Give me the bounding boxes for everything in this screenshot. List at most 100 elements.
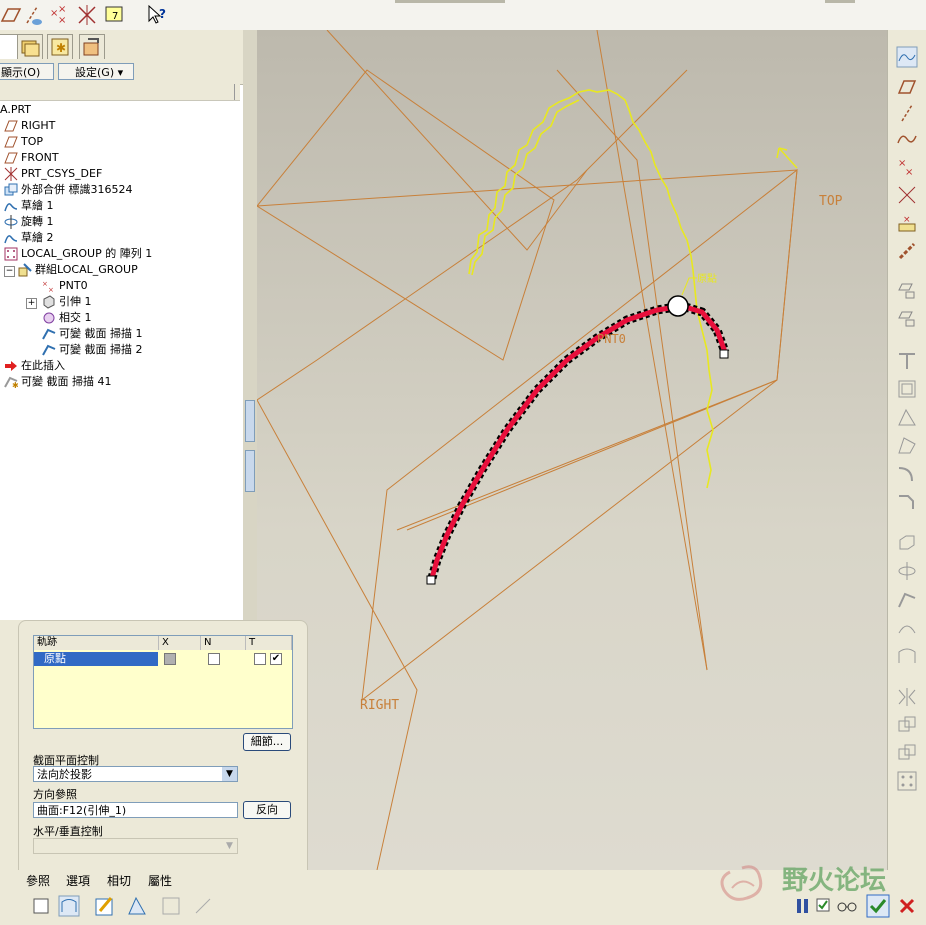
expand-right-icon[interactable] <box>245 450 255 492</box>
trajectory-table: 軌跡 X N T 原點 ✔ <box>33 635 293 729</box>
tree-item-var-sweep-41[interactable]: ✱ 可變 截面 掃描 41 <box>4 374 112 390</box>
solid-option-icon[interactable] <box>30 895 52 917</box>
tree-item-intersect-1[interactable]: 相交 1 <box>42 310 92 326</box>
datum-point-display-icon[interactable]: × × × <box>48 3 70 27</box>
context-help-icon[interactable]: ? <box>146 3 168 27</box>
tree-item-front[interactable]: FRONT <box>4 150 59 166</box>
hv-control-select[interactable]: ▼ <box>33 838 238 854</box>
thicken-icon[interactable] <box>160 895 182 917</box>
csys-display-icon[interactable] <box>76 3 98 27</box>
favorites-icon: ✱ <box>51 38 69 56</box>
tree-item-extrude-1[interactable]: + 引伸 1 <box>26 294 92 310</box>
datum-label-top[interactable]: TOP <box>819 194 842 209</box>
dropdown-arrow-icon[interactable]: ▼ <box>222 839 237 853</box>
blend-tool-icon[interactable] <box>896 616 918 638</box>
tree-item-label: 外部合併 標識316524 <box>21 183 133 196</box>
tab-tangency[interactable]: 相切 <box>107 872 131 889</box>
trajectory-end-handle <box>719 349 729 359</box>
t-checkbox-a[interactable] <box>254 653 266 665</box>
chain-curve-icon[interactable] <box>896 240 918 262</box>
tree-item-sketch-1[interactable]: 草繪 1 <box>4 198 54 214</box>
remove-material-icon[interactable] <box>126 895 148 917</box>
svg-text:7: 7 <box>112 11 118 22</box>
tab-favorites[interactable]: ✱ <box>47 34 73 59</box>
show-menu-button[interactable]: 顯示(O) ▾ <box>0 63 54 96</box>
watermark-logo-icon <box>720 865 763 901</box>
sweep-new-icon: ✱ <box>4 376 18 389</box>
surface-option-icon[interactable] <box>58 895 80 917</box>
datum-plane-display-icon[interactable] <box>0 3 22 27</box>
datum-label-right[interactable]: RIGHT <box>360 698 399 713</box>
tree-item-external-merge[interactable]: 外部合併 標識316524 <box>4 182 133 198</box>
chamfer-tool-icon[interactable] <box>896 490 918 512</box>
datum-axis-tool-icon[interactable] <box>896 102 918 124</box>
column-divider[interactable] <box>234 84 241 100</box>
origin-label[interactable]: 原點 <box>697 270 717 285</box>
mirror-feature-icon[interactable] <box>896 308 918 330</box>
shell-tool-icon[interactable] <box>896 378 918 400</box>
csys-tool-icon[interactable] <box>896 184 918 206</box>
tab-connections[interactable] <box>79 34 105 59</box>
collapse-left-icon[interactable] <box>245 400 255 442</box>
tree-item-pattern[interactable]: LOCAL_GROUP 的 陣列 1 <box>4 246 152 262</box>
trajectory-start-handle <box>426 575 436 585</box>
tree-item-label: 群組LOCAL_GROUP <box>35 263 138 276</box>
trajectory-row-name[interactable]: 原點 <box>34 652 158 666</box>
analysis-feature-icon[interactable]: × <box>896 212 918 234</box>
datum-axis-display-icon[interactable] <box>22 3 44 27</box>
tab-properties[interactable]: 屬性 <box>148 872 172 889</box>
boundary-blend-tool-icon[interactable] <box>896 644 918 666</box>
tree-item-pnt0[interactable]: × × PNT0 <box>42 278 88 294</box>
settings-menu-button[interactable]: 設定(G) ▾ <box>58 63 134 80</box>
datum-display-toggle-icon[interactable] <box>896 46 918 68</box>
constant-section-icon[interactable] <box>192 895 214 917</box>
sketch-section-icon[interactable] <box>94 895 116 917</box>
tab-options[interactable]: 選項 <box>66 872 90 889</box>
hole-tool-icon[interactable] <box>896 350 918 372</box>
revolve-tool-icon[interactable] <box>896 560 918 582</box>
flip-button[interactable]: 反向 <box>243 801 291 819</box>
direction-ref-field[interactable]: 曲面:F12(引伸_1) <box>33 802 238 818</box>
datum-point-tool-icon[interactable]: ×× <box>896 156 918 178</box>
datum-plane-tool-icon[interactable] <box>896 76 918 98</box>
tree-item-label: PRT_CSYS_DEF <box>21 167 103 180</box>
tab-references[interactable]: 參照 <box>26 872 50 889</box>
trim-tool-icon[interactable] <box>896 742 918 764</box>
tree-item-insert-here[interactable]: 在此插入 <box>4 358 65 374</box>
tab-folder-browser[interactable] <box>17 34 43 59</box>
merge-tool-icon[interactable] <box>896 714 918 736</box>
draft-tool-icon[interactable] <box>896 434 918 456</box>
datum-curve-tool-icon[interactable] <box>896 128 918 150</box>
tree-item-right[interactable]: RIGHT <box>4 118 55 134</box>
mirror-tool-icon[interactable] <box>896 686 918 708</box>
collapse-toggle-icon[interactable]: − <box>4 266 15 277</box>
datum-label-pnt0[interactable]: PNT0 <box>597 332 626 346</box>
pattern-tool-icon[interactable] <box>896 770 918 792</box>
graphics-viewport[interactable]: TOP RIGHT PNT0 原點 <box>257 30 887 870</box>
rib-tool-icon[interactable] <box>896 406 918 428</box>
copy-feature-icon[interactable] <box>896 280 918 302</box>
tab-model-tree[interactable] <box>0 34 18 59</box>
direction-arrow <box>776 147 798 169</box>
tree-item-sketch-2[interactable]: 草繪 2 <box>4 230 54 246</box>
tree-item-var-sweep-2[interactable]: 可變 截面 掃描 2 <box>42 342 143 358</box>
tree-item-csys[interactable]: PRT_CSYS_DEF <box>4 166 102 182</box>
expand-toggle-icon[interactable]: + <box>26 298 37 309</box>
n-checkbox[interactable] <box>208 653 220 665</box>
x-checkbox[interactable] <box>164 653 176 665</box>
t-checkbox-b[interactable]: ✔ <box>270 653 282 665</box>
annotation-display-icon[interactable]: 7 <box>104 3 126 27</box>
extrude-tool-icon[interactable] <box>896 532 918 554</box>
section-plane-select[interactable]: 法向於投影 ▼ <box>33 766 238 782</box>
tree-item-part[interactable]: A.PRT <box>0 102 31 118</box>
tree-item-top[interactable]: TOP <box>4 134 43 150</box>
details-button[interactable]: 細節... <box>243 733 291 751</box>
dropdown-arrow-icon[interactable]: ▼ <box>222 767 237 781</box>
sketch-icon <box>4 203 18 212</box>
tree-item-revolve-1[interactable]: 旋轉 1 <box>4 214 54 230</box>
folder-icon <box>21 40 40 57</box>
tree-item-local-group[interactable]: − 群組LOCAL_GROUP <box>4 262 138 278</box>
tree-item-var-sweep-1[interactable]: 可變 截面 掃描 1 <box>42 326 143 342</box>
round-tool-icon[interactable] <box>896 462 918 484</box>
variable-sweep-tool-icon[interactable] <box>896 588 918 610</box>
